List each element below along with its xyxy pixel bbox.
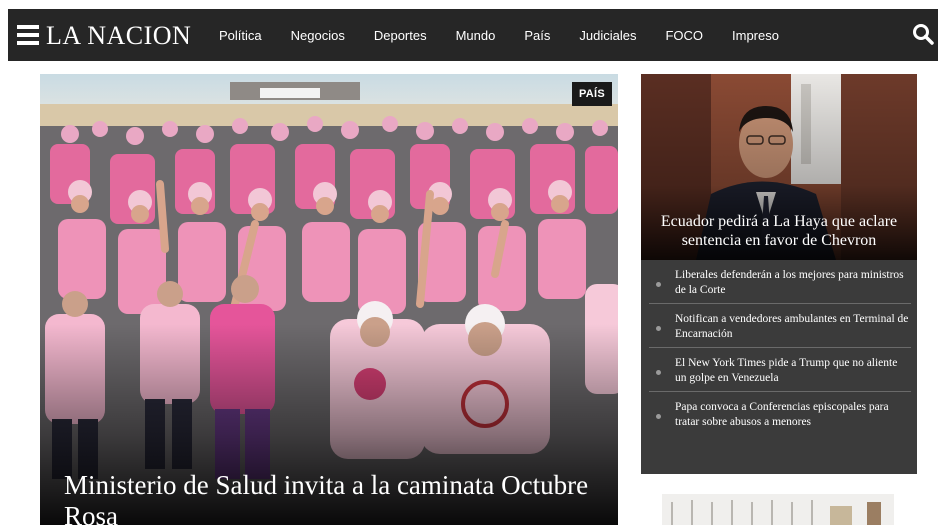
list-item[interactable]: El New York Times pide a Trump que no al… (649, 348, 911, 392)
list-item-headline[interactable]: Notifican a vendedores ambulantes en Ter… (675, 312, 911, 342)
bullet-icon (656, 414, 661, 419)
main-nav: Política Negocios Deportes Mundo País Ju… (219, 9, 779, 61)
top-navigation-bar: LA NACION Política Negocios Deportes Mun… (8, 9, 938, 61)
hero-headline[interactable]: Ministerio de Salud invita a la caminata… (64, 470, 604, 525)
advertisement-image (662, 494, 894, 525)
advertisement-banner[interactable] (662, 494, 894, 525)
nav-link-politica[interactable]: Política (219, 28, 262, 43)
list-item[interactable]: Liberales defenderán a los mejores para … (649, 260, 911, 304)
nav-link-deportes[interactable]: Deportes (374, 28, 427, 43)
site-logo[interactable]: LA NACION (46, 21, 191, 51)
nav-link-pais[interactable]: País (524, 28, 550, 43)
nav-link-mundo[interactable]: Mundo (456, 28, 496, 43)
bullet-icon (656, 326, 661, 331)
hero-image (40, 74, 618, 525)
nav-link-impreso[interactable]: Impreso (732, 28, 779, 43)
list-item-headline[interactable]: El New York Times pide a Trump que no al… (675, 356, 911, 386)
nav-link-negocios[interactable]: Negocios (291, 28, 345, 43)
sidebar-news-panel: Ecuador pedirá a La Haya que aclare sent… (641, 74, 917, 474)
bullet-icon (656, 282, 661, 287)
list-item[interactable]: Notifican a vendedores ambulantes en Ter… (649, 304, 911, 348)
list-item[interactable]: Papa convoca a Conferencias episcopales … (649, 392, 911, 436)
nav-link-judiciales[interactable]: Judiciales (579, 28, 636, 43)
list-item-headline[interactable]: Liberales defenderán a los mejores para … (675, 268, 911, 298)
section-badge[interactable]: PAÍS (571, 82, 612, 106)
nav-link-foco[interactable]: FOCO (665, 28, 703, 43)
bullet-icon (656, 370, 661, 375)
hamburger-menu-icon[interactable] (17, 25, 39, 45)
headline-list: Liberales defenderán a los mejores para … (649, 260, 911, 436)
search-icon[interactable] (912, 23, 934, 45)
feature-headline[interactable]: Ecuador pedirá a La Haya que aclare sent… (641, 212, 917, 250)
list-item-headline[interactable]: Papa convoca a Conferencias episcopales … (675, 400, 911, 430)
hero-article[interactable]: PAÍS Ministerio de Salud invita a la cam… (40, 74, 618, 525)
